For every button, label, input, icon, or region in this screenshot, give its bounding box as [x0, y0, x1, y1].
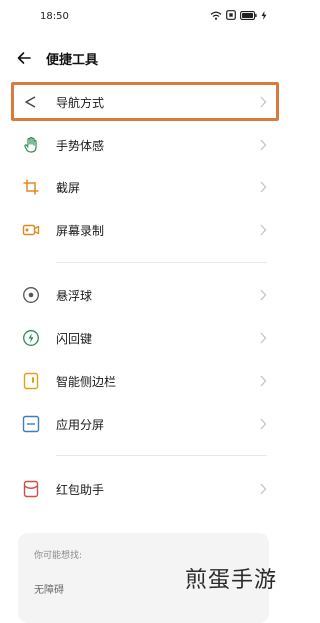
wifi-icon	[210, 11, 222, 20]
suggestions-header: 你可能想找:	[34, 551, 83, 561]
settings-row-label: 屏幕录制	[56, 224, 105, 238]
status-icons	[210, 10, 267, 20]
header: 便捷工具	[0, 40, 285, 74]
highlight-box	[11, 82, 279, 121]
battery-icon	[240, 10, 257, 20]
chevron-right-icon	[260, 418, 267, 430]
page-title: 便捷工具	[46, 53, 99, 68]
settings-row-screenshot[interactable]: 截屏	[0, 167, 285, 207]
sidebar-icon	[23, 372, 39, 390]
chevron-right-icon	[260, 224, 267, 236]
chevron-right-icon	[260, 375, 267, 387]
settings-row-label: 截屏	[56, 181, 81, 195]
red-envelope-icon	[23, 480, 39, 498]
chevron-right-icon	[260, 139, 267, 151]
status-time: 18:50	[40, 11, 69, 22]
settings-row-label: 应用分屏	[56, 418, 105, 432]
chevron-right-icon	[260, 289, 267, 301]
status-bar: 18:50	[0, 0, 285, 34]
section-divider	[56, 455, 267, 456]
floating-ball-icon	[23, 287, 39, 303]
flashback-icon	[23, 330, 39, 346]
suggestion-link-accessibility[interactable]: 无障碍	[34, 581, 64, 596]
charging-icon	[261, 10, 267, 20]
section-divider	[56, 262, 267, 263]
settings-row-floating-ball[interactable]: 悬浮球	[0, 275, 285, 315]
settings-row-gesture[interactable]: 手势体感	[0, 125, 285, 165]
nfc-icon	[226, 10, 236, 20]
settings-row-smart-sidebar[interactable]: 智能侧边栏	[0, 361, 285, 401]
settings-row-red-envelope[interactable]: 红包助手	[0, 469, 285, 509]
chevron-right-icon	[260, 483, 267, 495]
video-record-icon	[22, 224, 40, 236]
settings-row-screen-record[interactable]: 屏幕录制	[0, 210, 285, 250]
settings-row-label: 智能侧边栏	[56, 375, 117, 389]
settings-row-label: 悬浮球	[56, 289, 93, 303]
settings-row-flashback-key[interactable]: 闪回键	[0, 318, 285, 358]
settings-row-label: 闪回键	[56, 332, 93, 346]
chevron-right-icon	[260, 332, 267, 344]
settings-row-label: 手势体感	[56, 139, 105, 153]
hand-gesture-icon	[24, 136, 37, 153]
settings-row-split-screen[interactable]: 应用分屏	[0, 404, 285, 444]
split-screen-icon	[22, 415, 40, 433]
back-arrow-icon[interactable]	[16, 50, 32, 66]
watermark-text: 煎蛋手游	[184, 568, 277, 593]
chevron-right-icon	[260, 181, 267, 193]
crop-icon	[23, 179, 39, 195]
settings-row-label: 红包助手	[56, 483, 105, 497]
